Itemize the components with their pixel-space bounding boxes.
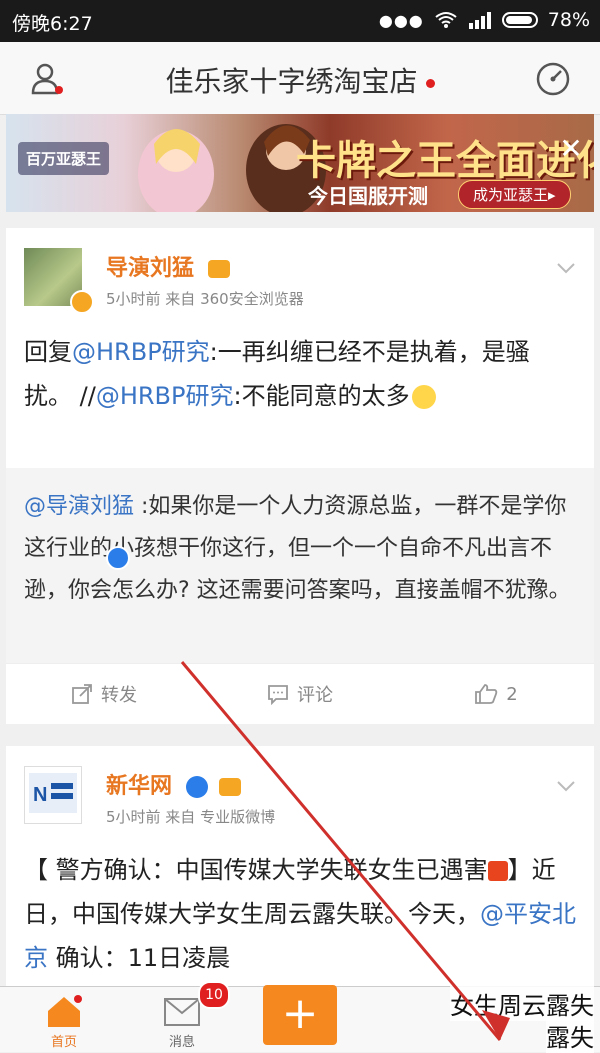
radar-icon[interactable] (534, 60, 572, 98)
comment-label: 评论 (297, 685, 333, 706)
post-body: 【 警方确认：中国传媒大学失联女生已遇害 】近日，中国传媒大学女生周云露失联。今天… (24, 848, 576, 980)
banner-cta-button[interactable]: 成为亚瑟王▸ (458, 180, 571, 209)
feed-post[interactable]: 导演刘猛 5小时前 来自 360安全浏览器 回复@HRBP研究:一再纠缠已经不是… (6, 228, 594, 724)
repost-button[interactable]: 转发 (6, 664, 202, 724)
post-text: 确认：11日凌晨 (48, 944, 231, 972)
comment-button[interactable]: 评论 (202, 664, 398, 724)
message-count-badge: 10 (198, 981, 230, 1009)
repost-text: @导演刘猛 :如果你是一个人力资源总监，一群不是学你这行业的小孩想干你这行，但一… (24, 486, 576, 612)
battery-percent: 78% (547, 9, 590, 31)
repost-label: 转发 (101, 685, 137, 706)
xinhua-logo: N (29, 773, 77, 813)
mention-link[interactable]: @导演刘猛 (24, 494, 134, 519)
ad-banner[interactable]: 百万亚瑟王 卡牌之王全面进化 今日国服开测 成为亚瑟王▸ ✕ (6, 114, 594, 212)
chevron-down-icon[interactable] (556, 258, 576, 278)
compose-button[interactable]: + (263, 985, 337, 1045)
tab-messages-label: 消息 (168, 1035, 195, 1050)
unread-dot-icon (425, 78, 435, 88)
mention-link[interactable]: @HRBP研究 (96, 382, 234, 410)
signal-dots-icon: ●●● (378, 10, 424, 30)
verified-badge-icon (106, 546, 130, 570)
like-count: 2 (506, 683, 518, 705)
status-bar: 傍晚6:27 ●●● 78% (0, 0, 600, 42)
tab-home[interactable]: 首页 (4, 987, 124, 1052)
post-author-name: 导演刘猛 (106, 256, 195, 281)
post-text: :不能同意的太多 (233, 382, 410, 410)
verified-badge-icon (70, 290, 94, 314)
post-meta: 5小时前 来自 360安全浏览器 (106, 290, 304, 308)
post-text: 回复 (24, 338, 72, 366)
vip-crown-icon (207, 260, 230, 278)
mail-icon (164, 998, 200, 1026)
overlay-text: 露失 (546, 1018, 594, 1053)
post-body: 回复@HRBP研究:一再纠缠已经不是执着，是骚扰。 //@HRBP研究:不能同意… (24, 330, 576, 418)
close-icon[interactable]: ✕ (556, 134, 586, 164)
post-meta: 5小时前 来自 专业版微博 (106, 808, 276, 826)
vip-crown-icon (219, 778, 242, 796)
svg-text:N: N (33, 784, 47, 806)
verified-v-icon (185, 776, 208, 798)
post-author[interactable]: 新华网 (106, 768, 242, 800)
banner-slogan: 卡牌之王全面进化 (296, 137, 594, 184)
candle-emoji-icon (487, 861, 508, 881)
page-title-text: 佳乐家十字绣淘宝店 (165, 65, 418, 98)
comment-icon (268, 685, 288, 705)
post-actions: 转发 评论 2 (6, 663, 594, 724)
reposted-content[interactable]: @导演刘猛 :如果你是一个人力资源总监，一群不是学你这行业的小孩想干你这行，但一… (6, 468, 594, 664)
game-logo: 百万亚瑟王 (18, 142, 110, 175)
cell-signal-icon (468, 12, 491, 29)
post-text: 【 警方确认：中国传媒大学失联女生已遇害 (24, 856, 488, 884)
battery-icon (501, 12, 538, 28)
smile-emoji-icon (411, 385, 436, 409)
like-button[interactable]: 2 (398, 664, 594, 724)
overlay-text: 女生周云露失 (450, 986, 594, 1021)
app-header: 佳乐家十字绣淘宝店 (0, 42, 600, 115)
status-time: 傍晚6:27 (12, 13, 93, 35)
chevron-down-icon[interactable] (556, 776, 576, 796)
share-icon (72, 684, 92, 704)
mention-link[interactable]: @HRBP研究 (72, 338, 210, 366)
page-title[interactable]: 佳乐家十字绣淘宝店 (0, 60, 600, 100)
banner-subtitle: 今日国服开测 (308, 184, 428, 208)
thumbs-up-icon (475, 684, 498, 704)
feed-post[interactable]: N 新华网 5小时前 来自 专业版微博 【 警方确认：中国传媒大学失联女生已遇害… (6, 546, 594, 986)
avatar[interactable]: N (24, 766, 82, 824)
wifi-icon (435, 12, 457, 28)
home-icon (48, 995, 82, 1027)
post-author-name: 新华网 (106, 774, 173, 799)
post-author[interactable]: 导演刘猛 (106, 250, 230, 282)
tab-home-label: 首页 (50, 1035, 77, 1050)
